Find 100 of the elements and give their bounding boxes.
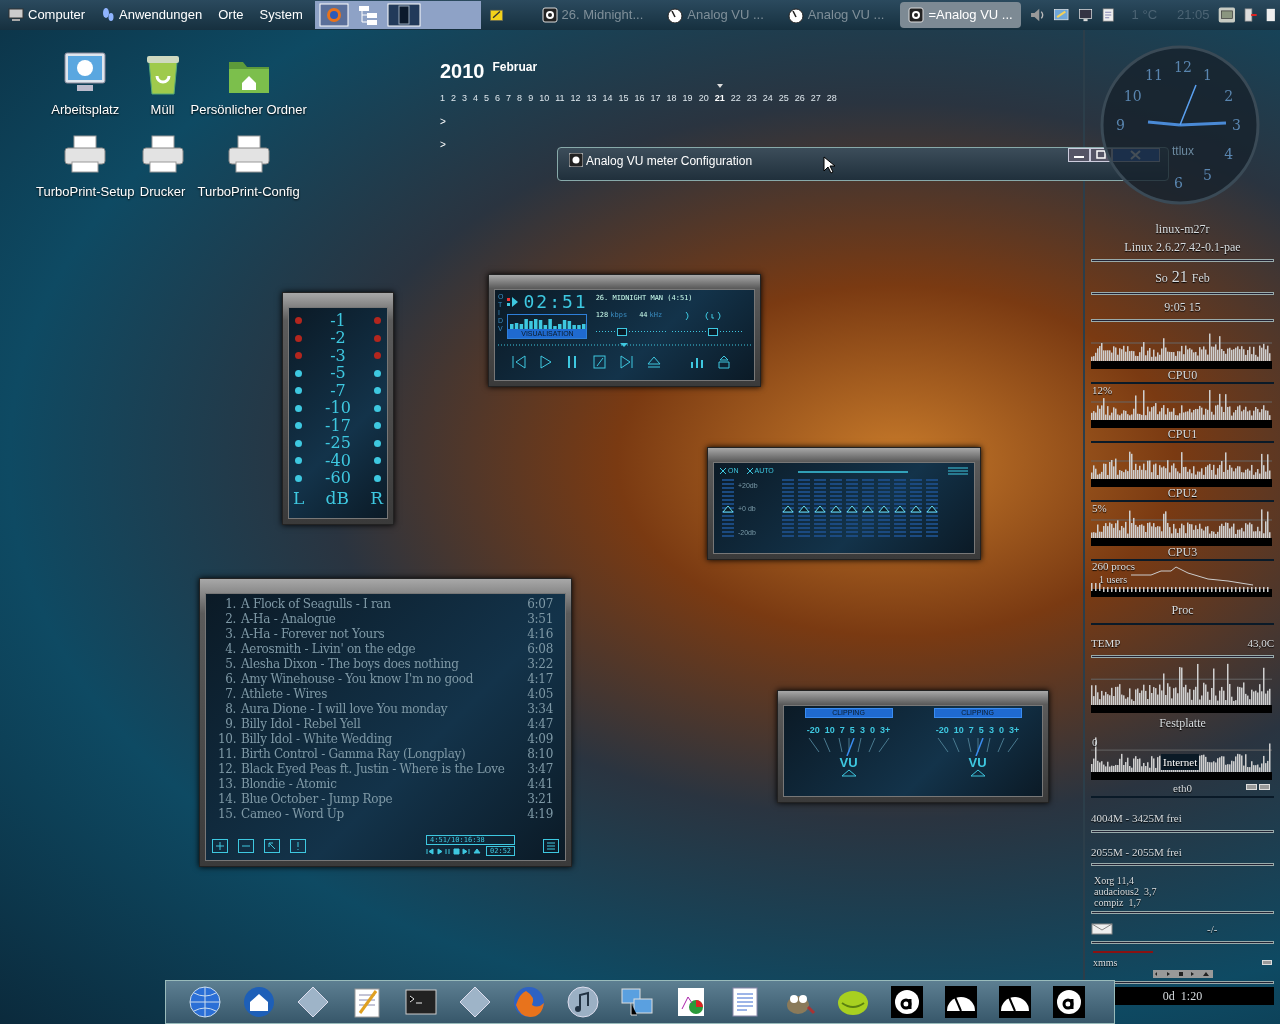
eq-slider[interactable] — [846, 478, 858, 539]
calendar-day[interactable]: 26 — [794, 92, 805, 106]
task-button[interactable]: =Analog VU ... — [900, 2, 1021, 28]
calendar-day[interactable]: 2 — [451, 92, 457, 106]
window-buttons-icon[interactable] — [1246, 783, 1270, 790]
calendar-day[interactable]: 14 — [602, 92, 613, 106]
calendar-day[interactable]: 27 — [810, 92, 821, 106]
eq-slider[interactable] — [862, 478, 874, 539]
network-icon[interactable] — [620, 985, 654, 1019]
slider-thumb[interactable] — [862, 504, 874, 513]
stop-icon[interactable] — [592, 354, 608, 370]
slider-thumb[interactable] — [814, 504, 826, 513]
expander-button[interactable]: > — [440, 113, 446, 129]
presets-icon[interactable] — [948, 467, 968, 476]
calendar-day[interactable]: 13 — [586, 92, 597, 106]
footprint-icon — [101, 7, 116, 23]
globe-icon[interactable] — [188, 985, 222, 1019]
calendar-day[interactable]: 17 — [650, 92, 661, 106]
menu-button[interactable]: System — [255, 5, 307, 25]
letter-a-icon[interactable] — [1052, 985, 1086, 1019]
slider-thumb[interactable] — [722, 504, 734, 513]
scale-label: -20 — [935, 724, 949, 737]
eq-slider[interactable] — [798, 478, 810, 539]
slider-thumb[interactable] — [782, 504, 794, 513]
diamond-icon[interactable] — [296, 985, 330, 1019]
calendar-day[interactable]: 1 — [440, 92, 445, 106]
calendar-day[interactable]: 11 — [555, 92, 565, 106]
expander-button[interactable]: > — [440, 136, 446, 152]
slider-thumb[interactable] — [616, 327, 627, 336]
task-button[interactable]: Analog VU ... — [779, 2, 893, 28]
slider-thumb[interactable] — [846, 504, 858, 513]
eq-slider[interactable] — [722, 478, 734, 539]
calendar-day[interactable]: 4 — [473, 92, 479, 106]
eject-icon[interactable] — [646, 354, 662, 370]
calendar-day[interactable]: 20 — [698, 92, 709, 106]
track-title[interactable]: A Flock of Seagulls - I ran — [241, 594, 391, 613]
calendar-day[interactable]: 25 — [778, 92, 789, 106]
list-menu-icon[interactable] — [543, 838, 559, 853]
playlist-toggle-icon[interactable] — [716, 354, 732, 370]
task-button[interactable]: Analog VU ... — [659, 2, 772, 28]
seek-bar[interactable] — [498, 342, 753, 348]
calendar-day[interactable]: 22 — [730, 92, 741, 106]
minimize-icon[interactable] — [1068, 148, 1090, 162]
track-title[interactable]: Aerosmith - Livin' on the edge — [241, 639, 416, 658]
eq-slider[interactable] — [814, 478, 826, 539]
calendar-day[interactable]: 21 — [714, 92, 725, 106]
play-icon[interactable] — [538, 354, 554, 370]
calendar-day[interactable]: 10 — [539, 92, 550, 106]
calendar-day[interactable]: 6 — [495, 92, 501, 106]
next-icon[interactable] — [619, 354, 635, 370]
calendar-day[interactable]: 12 — [570, 92, 581, 106]
calendar-day[interactable]: 8 — [517, 92, 523, 106]
slider-thumb[interactable] — [878, 504, 890, 513]
calendar-day[interactable]: 15 — [618, 92, 629, 106]
eq-slider[interactable] — [782, 478, 794, 539]
slider-thumb[interactable] — [910, 504, 922, 513]
slider-thumb[interactable] — [926, 504, 938, 513]
track-title[interactable]: Blue October - Jump Rope — [241, 789, 393, 808]
task-button[interactable]: 26. Midnight... — [533, 2, 652, 28]
calendar-day[interactable]: 28 — [826, 92, 837, 106]
calendar-day[interactable]: 18 — [666, 92, 677, 106]
remove-icon[interactable] — [238, 838, 254, 853]
workspace-icon[interactable] — [386, 3, 421, 27]
gauge-icon[interactable] — [998, 985, 1032, 1019]
slider-thumb[interactable] — [798, 504, 810, 513]
browser-icon[interactable] — [318, 3, 349, 27]
mini-controls-icon[interactable] — [426, 847, 482, 855]
calendar-day[interactable]: 16 — [634, 92, 645, 106]
calendar-day[interactable]: 24 — [762, 92, 773, 106]
menu-button[interactable]: Orte — [214, 5, 248, 25]
collapse-icon[interactable] — [1262, 959, 1272, 965]
clock-numeral: 1 — [1203, 65, 1212, 85]
music-icon[interactable] — [566, 985, 600, 1019]
misc-icon[interactable] — [290, 838, 306, 853]
slider-thumb[interactable] — [707, 327, 718, 336]
track-duration: 3:47 — [527, 760, 553, 778]
previous-icon[interactable] — [511, 354, 527, 370]
eq-slider[interactable] — [878, 478, 890, 539]
add-icon[interactable] — [212, 838, 228, 853]
home-icon[interactable] — [242, 985, 276, 1019]
calendar-day[interactable]: 5 — [484, 92, 490, 106]
calendar-day[interactable]: 7 — [506, 92, 512, 106]
calendar-day[interactable]: 3 — [462, 92, 468, 106]
select-icon[interactable] — [264, 838, 280, 853]
eq-slider[interactable] — [910, 478, 922, 539]
eq-slider[interactable] — [830, 478, 842, 539]
eq-slider[interactable] — [894, 478, 906, 539]
slider-thumb[interactable] — [894, 504, 906, 513]
cross-icon — [746, 468, 753, 475]
eq-slider[interactable] — [926, 478, 938, 539]
media-controls-icon[interactable] — [1152, 969, 1213, 978]
slider-thumb[interactable] — [830, 504, 842, 513]
diamond-icon[interactable] — [458, 985, 492, 1019]
gauge-icon[interactable] — [944, 985, 978, 1019]
calendar-day[interactable]: 9 — [528, 92, 534, 106]
menu-button[interactable]: Anwendungen — [97, 5, 207, 25]
calendar-day[interactable]: 19 — [682, 92, 693, 106]
calendar-day[interactable]: 23 — [746, 92, 757, 106]
menu-button[interactable]: Computer — [4, 5, 90, 25]
letter-a-icon[interactable] — [890, 985, 924, 1019]
